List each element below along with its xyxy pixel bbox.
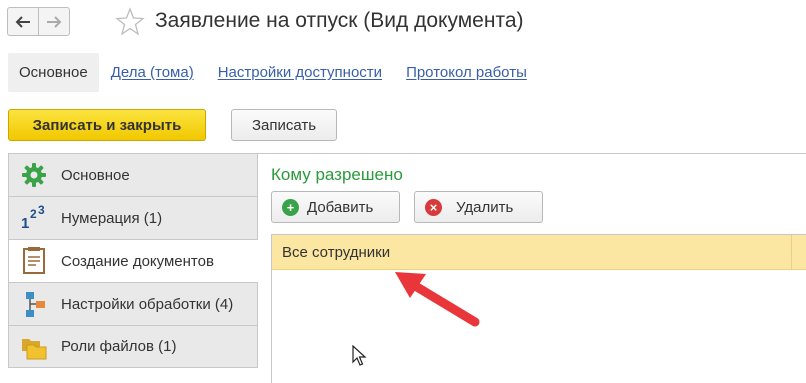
left-item-processing-settings[interactable]: Настройки обработки (4) xyxy=(8,282,258,325)
list-item-text: Все сотрудники xyxy=(282,243,391,261)
left-panel: Основное 1 2 3 Нумерация (1) Создание до… xyxy=(8,153,258,383)
left-item-label: Настройки обработки (4) xyxy=(61,295,234,313)
delete-button[interactable]: × Удалить xyxy=(414,191,543,223)
left-item-label: Роли файлов (1) xyxy=(61,338,177,355)
svg-text:3: 3 xyxy=(38,203,45,217)
gear-icon xyxy=(19,160,49,190)
star-icon[interactable] xyxy=(115,7,145,37)
left-item-label: Создание документов xyxy=(61,252,214,270)
left-item-label: Нумерация (1) xyxy=(61,209,163,227)
top-tabs: Основное Дела (тома) Настройки доступнос… xyxy=(8,52,551,92)
tab-access-settings[interactable]: Настройки доступности xyxy=(218,64,382,81)
save-button[interactable]: Записать xyxy=(231,109,337,141)
left-item-main[interactable]: Основное xyxy=(8,153,258,196)
add-button[interactable]: + Добавить xyxy=(271,191,400,223)
column-divider xyxy=(791,235,792,270)
mouse-cursor-icon xyxy=(352,345,367,366)
back-button[interactable] xyxy=(7,7,39,36)
tab-work-log[interactable]: Протокол работы xyxy=(406,64,527,81)
left-item-label: Основное xyxy=(61,166,130,184)
left-item-document-creation[interactable]: Создание документов xyxy=(8,239,258,282)
folders-icon xyxy=(19,332,49,362)
tab-cases[interactable]: Дела (тома) xyxy=(111,64,194,81)
annotation-arrow-icon xyxy=(395,272,480,327)
left-item-numbering[interactable]: 1 2 3 Нумерация (1) xyxy=(8,196,258,239)
save-and-close-button[interactable]: Записать и закрыть xyxy=(8,109,206,141)
workflow-icon xyxy=(19,289,49,319)
close-icon: × xyxy=(425,198,442,216)
forward-button[interactable] xyxy=(38,7,70,36)
arrow-left-icon xyxy=(15,15,30,28)
page-title: Заявление на отпуск (Вид документа) xyxy=(155,9,524,32)
section-title: Кому разрешено xyxy=(271,165,403,184)
arrow-right-icon xyxy=(47,15,62,28)
left-item-file-roles[interactable]: Роли файлов (1) xyxy=(8,325,258,368)
delete-button-label: Удалить xyxy=(456,198,514,216)
svg-text:1: 1 xyxy=(21,215,29,232)
add-button-label: Добавить xyxy=(307,198,374,216)
plus-icon: + xyxy=(282,198,299,216)
document-icon xyxy=(19,246,49,276)
numbering-icon: 1 2 3 xyxy=(19,203,49,233)
panel-divider xyxy=(258,153,806,154)
tab-main[interactable]: Основное xyxy=(8,52,99,92)
svg-text:2: 2 xyxy=(30,207,37,221)
list-item[interactable]: Все сотрудники xyxy=(272,235,806,270)
